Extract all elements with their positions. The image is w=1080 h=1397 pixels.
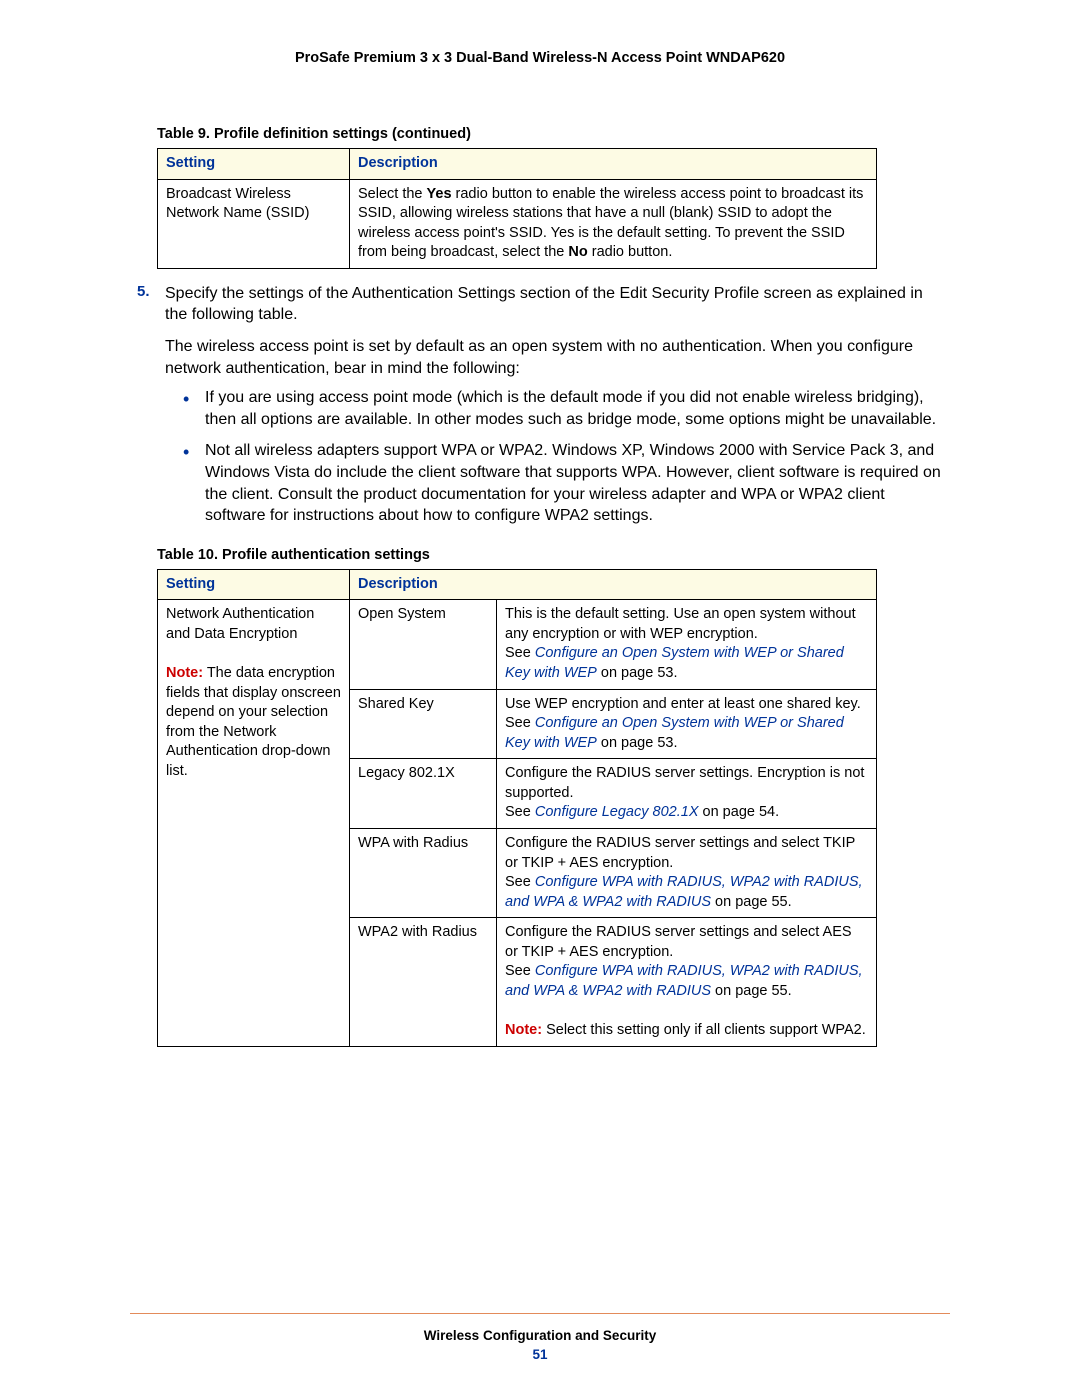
table9-head-setting: Setting xyxy=(158,149,350,180)
text: Use WEP encryption and enter at least on… xyxy=(505,696,861,712)
cross-reference-link[interactable]: Configure Legacy 802.1X xyxy=(535,804,699,820)
bold-text: Yes xyxy=(427,186,452,202)
text: on page 55. xyxy=(711,983,792,999)
method-cell: Shared Key xyxy=(350,689,497,759)
table9: Setting Description Broadcast Wireless N… xyxy=(157,148,877,269)
paragraph: The wireless access point is set by defa… xyxy=(165,336,945,379)
text: See xyxy=(505,804,535,820)
description-cell: Configure the RADIUS server settings. En… xyxy=(497,759,877,829)
table9-caption: Table 9. Profile definition settings (co… xyxy=(157,126,945,142)
document-header: ProSafe Premium 3 x 3 Dual-Band Wireless… xyxy=(135,50,945,66)
text: Configure the RADIUS server settings and… xyxy=(505,924,852,960)
table-row: Network Authentication and Data Encrypti… xyxy=(158,600,877,689)
description-cell: Use WEP encryption and enter at least on… xyxy=(497,689,877,759)
page-number: 51 xyxy=(130,1347,950,1362)
text: Configure the RADIUS server settings and… xyxy=(505,835,855,871)
text: The data encryption fields that display … xyxy=(166,665,341,779)
description-cell: This is the default setting. Use an open… xyxy=(497,600,877,689)
cross-reference-link[interactable]: Configure WPA with RADIUS, WPA2 with RAD… xyxy=(505,963,863,999)
bold-text: No xyxy=(568,244,587,260)
text: See xyxy=(505,645,535,661)
table10-head-description: Description xyxy=(350,569,877,600)
text: on page 54. xyxy=(699,804,780,820)
list-item: If you are using access point mode (whic… xyxy=(183,387,945,430)
text: Network Authentication and Data Encrypti… xyxy=(166,606,314,642)
step-number: 5. xyxy=(137,283,165,300)
table9-row1-setting: Broadcast Wireless Network Name (SSID) xyxy=(158,179,350,268)
page-footer: Wireless Configuration and Security 51 xyxy=(130,1313,950,1362)
bullet-list: If you are using access point mode (whic… xyxy=(183,387,945,527)
text: Configure the RADIUS server settings. En… xyxy=(505,765,864,801)
table10-setting-cell: Network Authentication and Data Encrypti… xyxy=(158,600,350,1046)
description-cell: Configure the RADIUS server settings and… xyxy=(497,828,877,917)
step-text: Specify the settings of the Authenticati… xyxy=(165,283,945,326)
method-cell: WPA with Radius xyxy=(350,828,497,917)
text: See xyxy=(505,874,535,890)
note-label: Note: xyxy=(505,1022,542,1038)
text: Select this setting only if all clients … xyxy=(542,1022,866,1038)
text: on page 53. xyxy=(597,665,678,681)
method-cell: Legacy 802.1X xyxy=(350,759,497,829)
text: radio button. xyxy=(588,244,673,260)
text: This is the default setting. Use an open… xyxy=(505,606,856,642)
footer-section-title: Wireless Configuration and Security xyxy=(130,1328,950,1343)
step-5: 5. Specify the settings of the Authentic… xyxy=(135,283,945,326)
table10: Setting Description Network Authenticati… xyxy=(157,569,877,1047)
table10-caption: Table 10. Profile authentication setting… xyxy=(157,547,945,563)
footer-rule xyxy=(130,1313,950,1314)
note-label: Note: xyxy=(166,665,203,681)
table9-head-description: Description xyxy=(350,149,877,180)
text: See xyxy=(505,963,535,979)
text: Select the xyxy=(358,186,427,202)
description-cell: Configure the RADIUS server settings and… xyxy=(497,918,877,1046)
text: See xyxy=(505,715,535,731)
page: ProSafe Premium 3 x 3 Dual-Band Wireless… xyxy=(0,0,1080,1397)
text: on page 55. xyxy=(711,894,792,910)
table9-row1-description: Select the Yes radio button to enable th… xyxy=(350,179,877,268)
method-cell: WPA2 with Radius xyxy=(350,918,497,1046)
method-cell: Open System xyxy=(350,600,497,689)
cross-reference-link[interactable]: Configure WPA with RADIUS, WPA2 with RAD… xyxy=(505,874,863,910)
list-item: Not all wireless adapters support WPA or… xyxy=(183,440,945,526)
table-row: Broadcast Wireless Network Name (SSID) S… xyxy=(158,179,877,268)
table10-head-setting: Setting xyxy=(158,569,350,600)
text: on page 53. xyxy=(597,735,678,751)
